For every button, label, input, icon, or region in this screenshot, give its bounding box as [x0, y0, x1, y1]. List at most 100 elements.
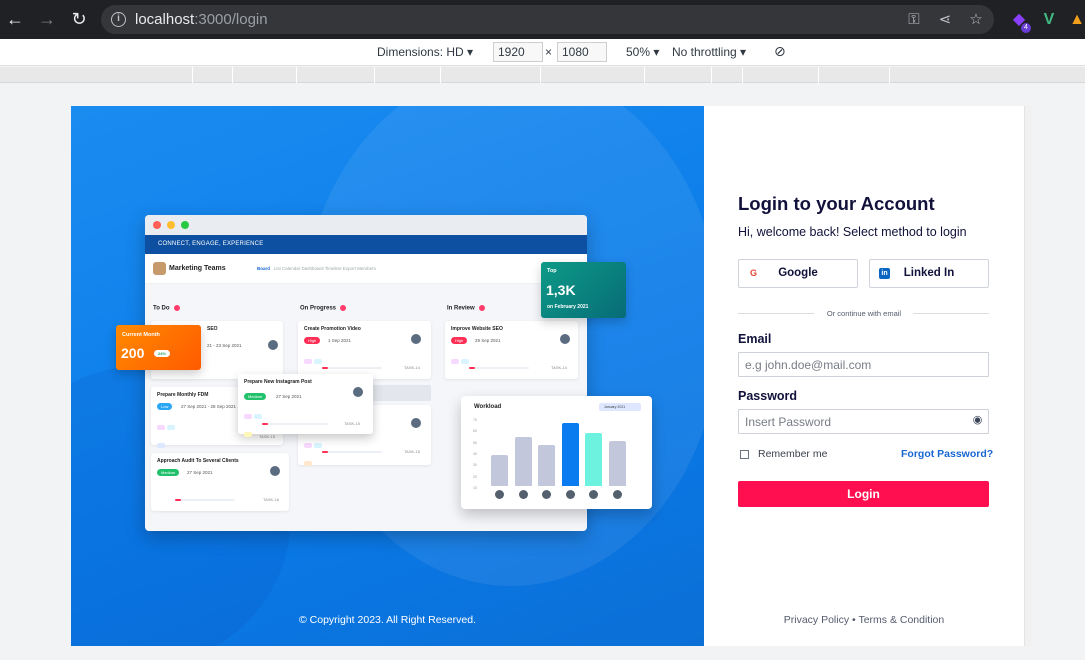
workload-axis-tick: 30 [473, 463, 477, 468]
remember-me-label[interactable]: Remember me [758, 448, 827, 460]
task-id: TASK-15 [259, 434, 275, 439]
media-query-ruler[interactable] [0, 67, 1085, 83]
vue-devtools-icon[interactable]: V [1038, 9, 1060, 31]
task-id: TASK-15 [344, 421, 360, 426]
login-title: Login to your Account [738, 193, 935, 214]
task-progress [469, 367, 529, 369]
task-title: Approach Audit To Several Clients [157, 458, 239, 464]
dropdown-caret-icon: ▾ [467, 45, 474, 59]
password-field[interactable] [738, 409, 989, 434]
task-title: Create Promotion Video [304, 326, 361, 332]
task-date: 1 Sep 2021 [328, 338, 352, 343]
divider-line [913, 313, 989, 314]
workload-card: Workload January 2021 70 60 50 40 30 20 10 [461, 396, 652, 509]
assignee-avatar [269, 465, 281, 477]
priority-pill: Medium [244, 393, 267, 400]
task-tags [304, 435, 330, 466]
footer-separator: • [852, 614, 856, 626]
task-card: Create Promotion Video High 1 Sep 2021 T… [298, 321, 431, 379]
column-title: To Do [153, 305, 170, 312]
column-count-badge [173, 305, 180, 311]
task-title: SEO [207, 326, 218, 332]
assignee-avatar [559, 333, 571, 345]
page-viewport: CONNECT, ENGAGE, EXPERIENCE Marketing Te… [71, 106, 1024, 646]
column-todo: To Do [153, 305, 180, 312]
priority-pill: Medium [157, 469, 180, 476]
login-panel: Login to your Account Hi, welcome back! … [704, 106, 1024, 646]
workload-axis-tick: 70 [473, 418, 477, 422]
column-on-progress: On Progress [300, 305, 347, 312]
forgot-password-link[interactable]: Forgot Password? [901, 448, 993, 460]
show-password-eye-icon[interactable]: ◉ [971, 414, 984, 427]
column-count-badge [340, 305, 347, 311]
url-text[interactable]: localhost:3000/login [135, 11, 268, 28]
login-subtitle: Hi, welcome back! Select method to login [738, 225, 967, 239]
workload-avatar [612, 490, 622, 499]
hero-section: CONNECT, ENGAGE, EXPERIENCE Marketing Te… [71, 106, 704, 646]
workload-axis-tick: 20 [473, 474, 477, 479]
throttling-select[interactable]: No throttling ▾ [672, 45, 746, 59]
window-minimize-dot [167, 221, 175, 229]
back-arrow-icon[interactable]: ← [4, 8, 26, 30]
login-button[interactable]: Login [738, 481, 989, 507]
workload-axis-tick: 40 [473, 452, 477, 456]
stat-value: 1,3K [546, 282, 576, 298]
mock-tab-board: Board [257, 266, 271, 271]
privacy-policy-link[interactable]: Privacy Policy [784, 614, 849, 626]
linkedin-login-button[interactable]: in Linked In [869, 259, 989, 288]
extension-icon[interactable]: ▲ [1066, 9, 1085, 31]
page-scrollbar[interactable] [1024, 106, 1032, 646]
device-height-input[interactable]: 1080 [557, 42, 607, 62]
assignee-avatar [410, 417, 422, 429]
reload-icon[interactable]: ↻ [68, 8, 90, 30]
workload-title: Workload [474, 404, 502, 410]
task-id: TASK-16 [263, 497, 279, 502]
task-tags [157, 417, 183, 448]
terms-link[interactable]: Terms & Condition [858, 614, 944, 626]
forward-arrow-icon[interactable]: → [36, 8, 58, 30]
task-date: 29 Sep 2021 [475, 338, 501, 343]
task-progress [322, 367, 382, 369]
task-card: Approach Audit To Several Clients Medium… [151, 453, 289, 511]
stat-label: Current Month [122, 332, 160, 338]
zoom-label: 50% [626, 45, 651, 59]
workload-avatar [589, 490, 598, 499]
email-field[interactable] [738, 352, 989, 377]
site-info-icon[interactable]: i [111, 12, 126, 27]
priority-pill: High [451, 337, 468, 344]
task-date: 27 Sep 2021 [276, 394, 302, 399]
google-login-button[interactable]: G Google [738, 259, 858, 288]
workload-bar [585, 432, 602, 486]
zoom-select[interactable]: 50% ▾ [626, 45, 659, 59]
url-path: :3000/login [194, 11, 268, 28]
task-title: Improve Website SEO [451, 326, 503, 332]
task-progress [262, 423, 328, 425]
priority-pill: Low [157, 403, 173, 410]
share-icon[interactable]: ⋖ [935, 10, 955, 30]
bookmark-star-icon[interactable]: ☆ [966, 10, 986, 30]
device-toolbar: Dimensions: HD ▾ 1920 × 1080 50% ▾ No th… [0, 39, 1085, 66]
assignee-avatar [267, 339, 279, 351]
task-progress [322, 451, 382, 453]
linkedin-label: Linked In [903, 267, 955, 279]
stat-subtitle: on February 2021 [547, 304, 589, 310]
workload-avatar [542, 490, 551, 499]
assignee-avatar [352, 386, 364, 398]
stat-value: 200 [121, 345, 145, 361]
workload-bar [514, 437, 532, 486]
footer-links: Privacy Policy • Terms & Condition [704, 614, 1024, 626]
address-bar[interactable]: i localhost:3000/login ⚿ ⋖ ☆ [101, 5, 994, 34]
workload-bar [561, 422, 579, 486]
current-month-card: Current Month 200 24% [116, 325, 201, 370]
key-icon[interactable]: ⚿ [904, 10, 924, 30]
task-tags [451, 351, 477, 364]
workload-axis-tick: 60 [473, 429, 477, 434]
browser-toolbar: ← → ↻ i localhost:3000/login ⚿ ⋖ ☆ ◆ 4 V… [0, 0, 1085, 39]
column-in-review: In Review [447, 305, 485, 312]
remember-me-checkbox[interactable] [740, 450, 749, 459]
email-label: Email [738, 332, 772, 346]
rotate-icon[interactable]: ⊘ [774, 43, 786, 60]
dimensions-select[interactable]: Dimensions: HD ▾ [377, 45, 473, 59]
column-title: On Progress [300, 305, 337, 312]
device-width-input[interactable]: 1920 [493, 42, 543, 62]
